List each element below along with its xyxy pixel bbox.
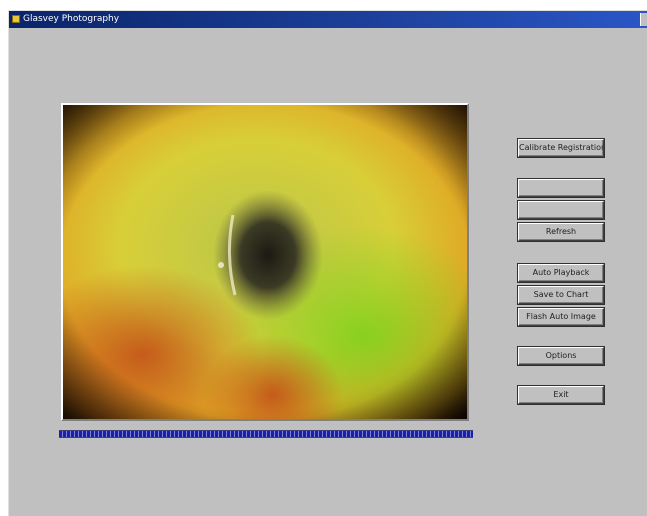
- window-title: Glasvey Photography: [23, 14, 120, 24]
- flash-auto-image-button[interactable]: Flash Auto Image: [518, 308, 604, 326]
- exit-button[interactable]: Exit: [518, 386, 604, 404]
- calibrate-registration-button[interactable]: Calibrate Registration: [518, 139, 604, 157]
- app-icon: [12, 15, 20, 23]
- options-button[interactable]: Options: [518, 347, 604, 365]
- title-bar[interactable]: Glasvey Photography: [9, 11, 647, 28]
- close-icon[interactable]: [640, 13, 647, 26]
- camera-feed: [61, 103, 469, 421]
- refresh-button[interactable]: Refresh: [518, 223, 604, 241]
- app-window: Glasvey Photography Calibrate Registrati…: [8, 10, 647, 516]
- blank-button-1[interactable]: [518, 179, 604, 197]
- save-to-chart-button[interactable]: Save to Chart: [518, 286, 604, 304]
- blank-button-2[interactable]: [518, 201, 604, 219]
- capture-progress-bar: [59, 430, 473, 438]
- camera-image: [63, 105, 467, 419]
- auto-playback-button[interactable]: Auto Playback: [518, 264, 604, 282]
